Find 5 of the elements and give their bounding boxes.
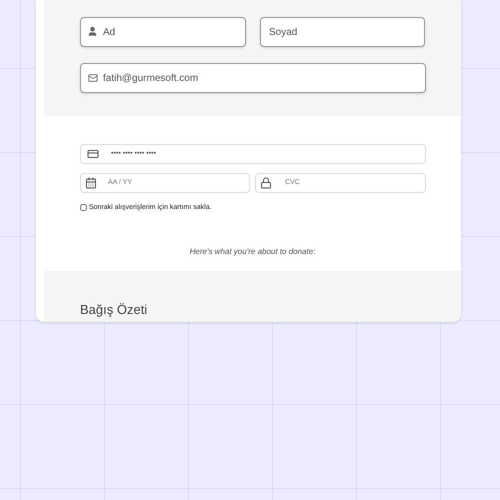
donation-note: Here's what you're about to donate:: [190, 246, 316, 258]
email-field[interactable]: fatih@gurmesoft.com: [80, 63, 426, 93]
summary-title: Bağış Özeti: [80, 302, 148, 317]
first-name-field[interactable]: Ad: [80, 17, 246, 47]
last-name-field[interactable]: Soyad: [260, 17, 425, 47]
